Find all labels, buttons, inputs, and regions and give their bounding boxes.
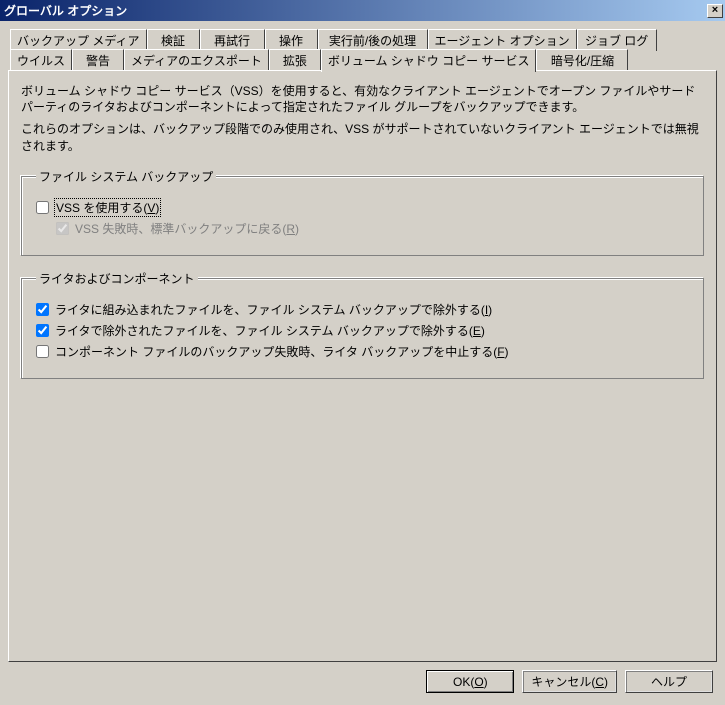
group-filesystem-backup-legend: ファイル システム バックアップ: [36, 168, 216, 185]
row-abort-on-fail: コンポーネント ファイルのバックアップ失敗時、ライタ バックアップを中止する(F…: [36, 343, 689, 360]
label-fallback-normal: VSS 失敗時、標準バックアップに戻る(R): [75, 220, 299, 237]
tab-encrypt-compress[interactable]: 暗号化/圧縮: [536, 49, 628, 71]
label-exclude-excluded[interactable]: ライタで除外されたファイルを、ファイル システム バックアップで除外する(E): [55, 322, 485, 339]
group-writers-components-legend: ライタおよびコンポーネント: [36, 270, 198, 287]
tab-retry[interactable]: 再試行: [200, 29, 265, 51]
tabstrip: バックアップ メディア 検証 再試行 操作 実行前/後の処理 エージェント オプ…: [10, 31, 715, 71]
tab-backup-media[interactable]: バックアップ メディア: [10, 29, 147, 51]
tab-agent-options[interactable]: エージェント オプション: [428, 29, 577, 51]
row-fallback-normal: VSS 失敗時、標準バックアップに戻る(R): [56, 220, 689, 237]
tab-job-log[interactable]: ジョブ ログ: [577, 29, 657, 51]
tab-pre-post[interactable]: 実行前/後の処理: [318, 29, 428, 51]
help-button[interactable]: ヘルプ: [625, 670, 713, 693]
checkbox-use-vss[interactable]: [36, 201, 49, 214]
tab-operation[interactable]: 操作: [265, 29, 318, 51]
titlebar: グローバル オプション ×: [0, 0, 725, 21]
row-exclude-included: ライタに組み込まれたファイルを、ファイル システム バックアップで除外する(I): [36, 301, 689, 318]
group-filesystem-backup: ファイル システム バックアップ VSS を使用する(V) VSS 失敗時、標準…: [21, 168, 704, 256]
checkbox-fallback-normal: [56, 222, 69, 235]
button-bar: OK(O) キャンセル(C) ヘルプ: [8, 662, 717, 697]
checkbox-exclude-excluded[interactable]: [36, 324, 49, 337]
checkbox-exclude-included[interactable]: [36, 303, 49, 316]
checkbox-abort-on-fail[interactable]: [36, 345, 49, 358]
close-button[interactable]: ×: [707, 4, 723, 18]
label-exclude-included[interactable]: ライタに組み込まれたファイルを、ファイル システム バックアップで除外する(I): [55, 301, 492, 318]
dialog-body: バックアップ メディア 検証 再試行 操作 実行前/後の処理 エージェント オプ…: [0, 21, 725, 705]
cancel-button[interactable]: キャンセル(C): [522, 670, 617, 693]
description-1: ボリューム シャドウ コピー サービス（VSS）を使用すると、有効なクライアント…: [21, 83, 704, 115]
tab-verify[interactable]: 検証: [147, 29, 200, 51]
label-use-vss[interactable]: VSS を使用する(V): [55, 199, 160, 216]
ok-button[interactable]: OK(O): [426, 670, 514, 693]
tabpanel-vss: ボリューム シャドウ コピー サービス（VSS）を使用すると、有効なクライアント…: [8, 70, 717, 662]
tab-media-export[interactable]: メディアのエクスポート: [124, 49, 269, 71]
tab-virus[interactable]: ウイルス: [10, 49, 72, 71]
tab-alert[interactable]: 警告: [72, 49, 124, 71]
description-2: これらのオプションは、バックアップ段階でのみ使用され、VSS がサポートされてい…: [21, 121, 704, 153]
tab-vss[interactable]: ボリューム シャドウ コピー サービス: [321, 49, 537, 72]
row-exclude-excluded: ライタで除外されたファイルを、ファイル システム バックアップで除外する(E): [36, 322, 689, 339]
row-use-vss: VSS を使用する(V): [36, 199, 689, 216]
window-title: グローバル オプション: [4, 2, 707, 19]
label-abort-on-fail[interactable]: コンポーネント ファイルのバックアップ失敗時、ライタ バックアップを中止する(F…: [55, 343, 509, 360]
group-writers-components: ライタおよびコンポーネント ライタに組み込まれたファイルを、ファイル システム …: [21, 270, 704, 379]
tab-extended[interactable]: 拡張: [269, 49, 321, 71]
